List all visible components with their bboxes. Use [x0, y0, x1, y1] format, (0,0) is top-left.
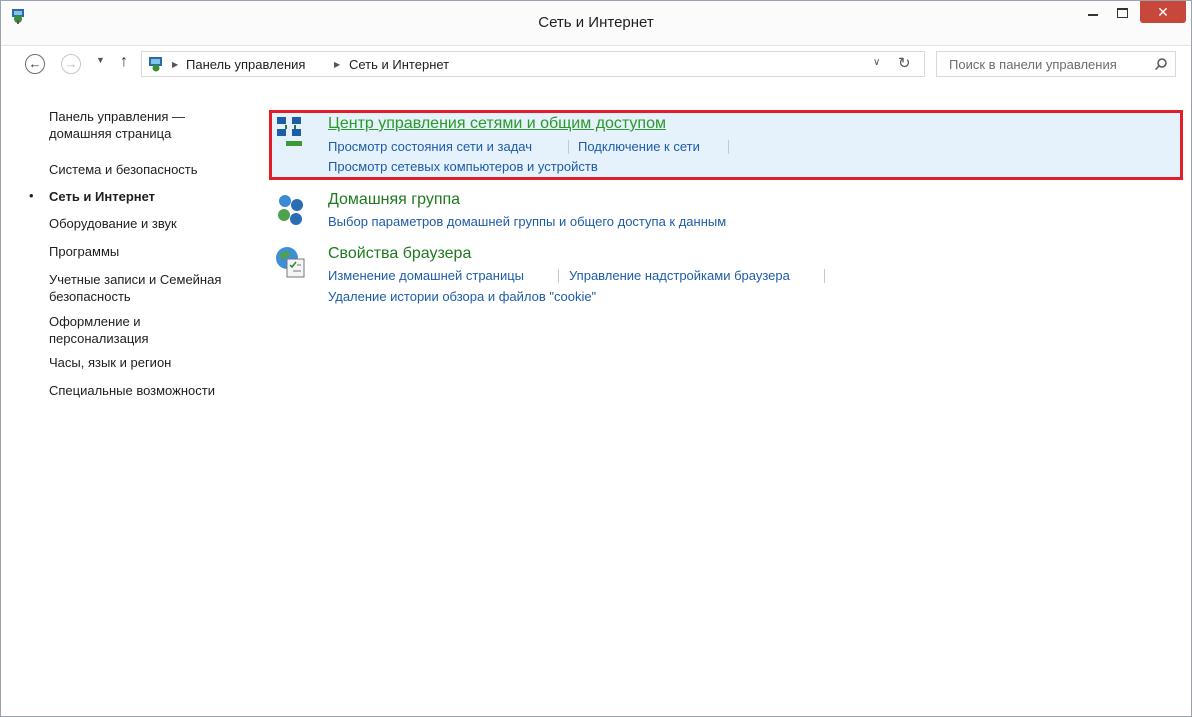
- up-button[interactable]: ↑: [120, 53, 128, 71]
- change-home-page-link[interactable]: Изменение домашней страницы: [328, 268, 524, 283]
- homegroup-link[interactable]: Домашняя группа: [328, 191, 460, 209]
- delete-browsing-history-link[interactable]: Удаление истории обзора и файлов "cookie…: [328, 289, 596, 304]
- navigation-bar: ← → ▼ ↑ ▶ Панель управления ▶ Сеть и Инт…: [1, 45, 1191, 85]
- sidebar-item-hardware-sound[interactable]: Оборудование и звук: [49, 215, 249, 232]
- search-box[interactable]: Поиск в панели управления: [936, 51, 1176, 77]
- link-separator: [568, 140, 569, 154]
- link-separator: [824, 269, 825, 283]
- link-separator: [558, 269, 559, 283]
- forward-button[interactable]: →: [61, 54, 81, 74]
- sidebar-item-ease-of-access[interactable]: Специальные возможности: [49, 382, 249, 399]
- title-bar[interactable]: Сеть и Интернет ✕: [1, 1, 1191, 46]
- view-network-computers-link[interactable]: Просмотр сетевых компьютеров и устройств: [328, 159, 598, 174]
- breadcrumb-separator: ▶: [334, 60, 341, 69]
- address-bar[interactable]: ▶ Панель управления ▶ Сеть и Интернет ∨ …: [141, 51, 925, 77]
- internet-options-link[interactable]: Свойства браузера: [328, 245, 471, 263]
- link-separator: [728, 140, 729, 154]
- internet-options-icon: [276, 247, 305, 278]
- close-button[interactable]: ✕: [1140, 1, 1186, 23]
- network-sharing-center-icon: [277, 117, 302, 146]
- control-panel-icon: [149, 57, 162, 72]
- breadcrumb-control-panel[interactable]: Панель управления: [186, 57, 305, 72]
- sidebar-item-clock-language[interactable]: Часы, язык и регион: [49, 354, 249, 371]
- control-panel-window: Сеть и Интернет ✕ ← → ▼ ↑ ▶ Панель управ…: [0, 0, 1192, 717]
- active-bullet: •: [29, 188, 34, 203]
- recent-locations-button[interactable]: ▼: [96, 55, 105, 65]
- sidebar-item-network-internet[interactable]: Сеть и Интернет: [49, 188, 249, 205]
- homegroup-icon: [278, 195, 303, 225]
- minimize-button[interactable]: [1079, 1, 1107, 25]
- connect-to-network-link[interactable]: Подключение к сети: [578, 139, 700, 154]
- back-button[interactable]: ←: [25, 54, 45, 74]
- address-dropdown-icon[interactable]: ∨: [873, 57, 880, 68]
- maximize-button[interactable]: [1109, 1, 1137, 25]
- homegroup-settings-link[interactable]: Выбор параметров домашней группы и общег…: [328, 214, 726, 229]
- breadcrumb-network-internet[interactable]: Сеть и Интернет: [349, 57, 449, 72]
- network-sharing-center-link[interactable]: Центр управления сетями и общим доступом: [328, 115, 666, 133]
- sidebar-item-home[interactable]: Панель управления — домашняя страница: [49, 108, 249, 142]
- sidebar-item-system-security[interactable]: Система и безопасность: [49, 161, 249, 178]
- search-placeholder: Поиск в панели управления: [949, 57, 1117, 72]
- search-icon[interactable]: [1154, 57, 1168, 71]
- refresh-icon[interactable]: ↻: [898, 54, 911, 72]
- manage-addons-link[interactable]: Управление надстройками браузера: [569, 268, 790, 283]
- window-title: Сеть и Интернет: [538, 14, 654, 31]
- breadcrumb-separator: ▶: [172, 60, 179, 69]
- sidebar-item-appearance[interactable]: Оформление и персонализация: [49, 313, 199, 347]
- view-network-status-link[interactable]: Просмотр состояния сети и задач: [328, 139, 532, 154]
- sidebar-item-user-accounts[interactable]: Учетные записи и Семейная безопасность: [49, 271, 244, 305]
- sidebar-item-programs[interactable]: Программы: [49, 243, 249, 260]
